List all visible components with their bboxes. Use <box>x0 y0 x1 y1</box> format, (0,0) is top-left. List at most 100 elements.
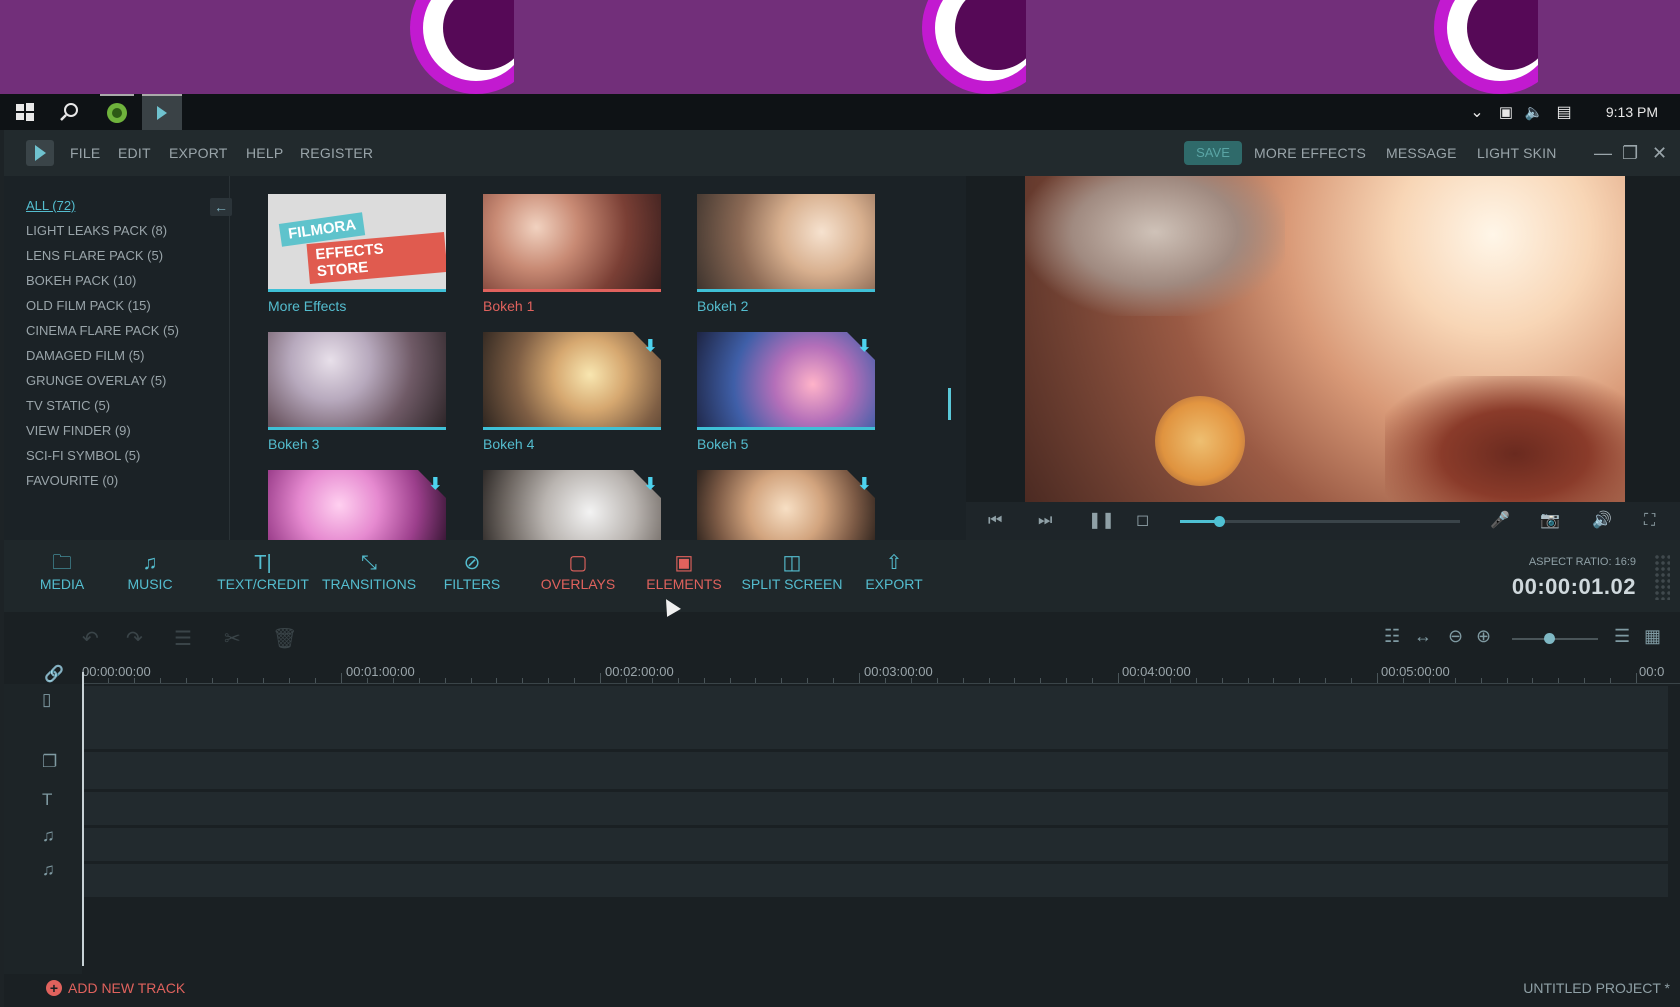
music-track[interactable] <box>84 828 1668 862</box>
music-track-icon: ♫ <box>42 826 55 845</box>
tool-text-credit[interactable]: T| TEXT/CREDIT <box>208 550 318 592</box>
bokeh-thumbnail[interactable]: ⬇ <box>483 332 661 430</box>
light-skin-link[interactable]: LIGHT SKIN <box>1477 130 1557 176</box>
bokeh-thumbnail[interactable]: ⬇ <box>697 332 875 430</box>
menu-file[interactable]: FILE <box>70 130 100 176</box>
category-item[interactable]: BOKEH PACK (10) <box>26 273 136 288</box>
tool-elements[interactable]: ▣ ELEMENTS <box>634 550 734 592</box>
tool-split-screen[interactable]: ◫ SPLIT SCREEN <box>734 550 850 592</box>
notification-icon[interactable]: ▤ <box>1552 94 1576 130</box>
download-arrow-icon[interactable]: ⬇ <box>858 474 871 494</box>
fit-timeline-icon[interactable]: ↔ <box>1414 626 1432 647</box>
cut-icon[interactable]: ✂ <box>224 626 241 651</box>
microphone-icon[interactable]: 🎤 <box>1490 502 1510 540</box>
thumbnail-label: Bokeh 2 <box>697 298 749 314</box>
upwork-icon[interactable] <box>100 94 134 130</box>
zoom-out-icon[interactable]: ⊖ <box>1448 626 1463 647</box>
category-list: ALL (72) LIGHT LEAKS PACK (8) LENS FLARE… <box>4 176 232 540</box>
category-item[interactable]: TV STATIC (5) <box>26 398 110 413</box>
category-item[interactable]: FAVOURITE (0) <box>26 473 118 488</box>
effects-store-thumbnail[interactable]: FILMORA EFFECTS STORE <box>268 194 446 292</box>
windows-start-icon[interactable] <box>10 94 40 130</box>
undo-icon[interactable]: ↶ <box>82 626 99 651</box>
library-scrollbar[interactable] <box>948 388 951 420</box>
download-arrow-icon[interactable]: ⬇ <box>644 474 657 494</box>
filmora-app-icon[interactable] <box>142 94 182 130</box>
step-forward-icon[interactable]: ⏭ <box>1038 502 1052 540</box>
video-track[interactable] <box>84 686 1668 750</box>
category-item[interactable]: SCI-FI SYMBOL (5) <box>26 448 140 463</box>
tool-media[interactable]: 🗀 MEDIA <box>12 550 112 592</box>
category-item[interactable]: GRUNGE OVERLAY (5) <box>26 373 166 388</box>
tool-transitions[interactable]: ⤡ TRANSITIONS <box>314 550 424 592</box>
ruler-tick <box>392 678 394 683</box>
link-icon[interactable]: 🔗 <box>44 664 64 684</box>
save-button[interactable]: SAVE <box>1184 141 1242 165</box>
menu-edit[interactable]: EDIT <box>118 130 151 176</box>
volume-icon[interactable]: 🔊 <box>1592 502 1612 540</box>
audio-mixer-icon[interactable]: ☷ <box>1384 626 1400 647</box>
bokeh-thumbnail[interactable]: ⬇ <box>697 470 875 540</box>
zoom-slider[interactable] <box>1512 638 1598 640</box>
ruler-tick <box>366 678 368 683</box>
overlay-track[interactable] <box>84 752 1668 790</box>
collapse-arrow-icon[interactable]: ← <box>210 198 232 216</box>
drag-handle-icon[interactable] <box>1654 554 1670 600</box>
download-arrow-icon[interactable]: ⬇ <box>429 474 442 494</box>
category-item[interactable]: LENS FLARE PACK (5) <box>26 248 163 263</box>
text-track[interactable] <box>84 792 1668 826</box>
timeline-panel: ↶ ↷ ☰ ✂ 🗑 ☷ ↔ ⊖ ⊕ ☰ ▦ 🔗 00:00:00:00 00:0… <box>4 612 1680 1007</box>
redo-icon[interactable]: ↷ <box>126 626 143 651</box>
tool-overlays[interactable]: ▢ OVERLAYS <box>528 550 628 592</box>
fullscreen-icon[interactable]: ⛶ <box>1644 502 1655 540</box>
bokeh-thumbnail[interactable] <box>697 194 875 292</box>
grid-view-icon[interactable]: ▦ <box>1644 626 1661 647</box>
more-effects-link[interactable]: MORE EFFECTS <box>1254 130 1366 176</box>
chevron-down-icon[interactable]: ⌄ <box>1466 94 1488 130</box>
download-arrow-icon[interactable]: ⬇ <box>858 336 871 356</box>
menu-export[interactable]: EXPORT <box>169 130 228 176</box>
bokeh-thumbnail[interactable] <box>483 194 661 292</box>
download-arrow-icon[interactable]: ⬇ <box>644 336 657 356</box>
ruler-tick <box>729 678 731 683</box>
tool-filters[interactable]: ⊘ FILTERS <box>422 550 522 592</box>
stop-icon[interactable]: ◻ <box>1136 502 1149 540</box>
close-icon[interactable]: ✕ <box>1652 130 1667 176</box>
minimize-icon[interactable]: — <box>1594 130 1612 176</box>
category-item[interactable]: OLD FILM PACK (15) <box>26 298 151 313</box>
time-ruler[interactable]: 00:00:00:00 00:01:00:00 00:02:00:00 00:0… <box>82 662 1680 684</box>
volume-icon[interactable]: 🔈 <box>1522 94 1546 130</box>
pause-icon[interactable]: ❚❚ <box>1088 502 1115 540</box>
delete-icon[interactable]: 🗑 <box>272 626 297 651</box>
tool-music[interactable]: ♫ MUSIC <box>100 550 200 592</box>
text-track-icon: T <box>42 790 53 809</box>
ruler-tick <box>1066 678 1068 683</box>
adjust-icon[interactable]: ☰ <box>174 626 192 651</box>
search-icon[interactable] <box>54 94 84 130</box>
network-icon[interactable]: ▣ <box>1494 94 1518 130</box>
menu-help[interactable]: HELP <box>246 130 283 176</box>
category-item[interactable]: DAMAGED FILM (5) <box>26 348 144 363</box>
category-item[interactable]: CINEMA FLARE PACK (5) <box>26 323 179 338</box>
seek-knob[interactable] <box>1214 516 1226 527</box>
restore-icon[interactable]: ❐ <box>1622 130 1638 176</box>
zoom-knob[interactable] <box>1544 633 1555 644</box>
add-new-track-button[interactable]: + ADD NEW TRACK <box>46 980 185 996</box>
message-link[interactable]: MESSAGE <box>1386 130 1457 176</box>
list-view-icon[interactable]: ☰ <box>1614 626 1630 647</box>
category-item[interactable]: ALL (72) <box>26 198 75 213</box>
ruler-label: 00:05:00:00 <box>1381 664 1450 679</box>
seek-bar[interactable] <box>1180 516 1460 527</box>
tool-export[interactable]: ⇧ EXPORT <box>844 550 944 592</box>
category-item[interactable]: LIGHT LEAKS PACK (8) <box>26 223 167 238</box>
menu-register[interactable]: REGISTER <box>300 130 373 176</box>
bokeh-thumbnail[interactable]: ⬇ <box>268 470 446 540</box>
music-track[interactable] <box>84 864 1668 898</box>
camera-icon[interactable]: 📷 <box>1540 502 1560 540</box>
bokeh-thumbnail[interactable]: ⬇ <box>483 470 661 540</box>
ruler-tick <box>600 673 601 683</box>
category-item[interactable]: VIEW FINDER (9) <box>26 423 131 438</box>
bokeh-thumbnail[interactable] <box>268 332 446 430</box>
skip-start-icon[interactable]: ⏮ <box>988 502 1002 540</box>
zoom-in-icon[interactable]: ⊕ <box>1476 626 1491 647</box>
